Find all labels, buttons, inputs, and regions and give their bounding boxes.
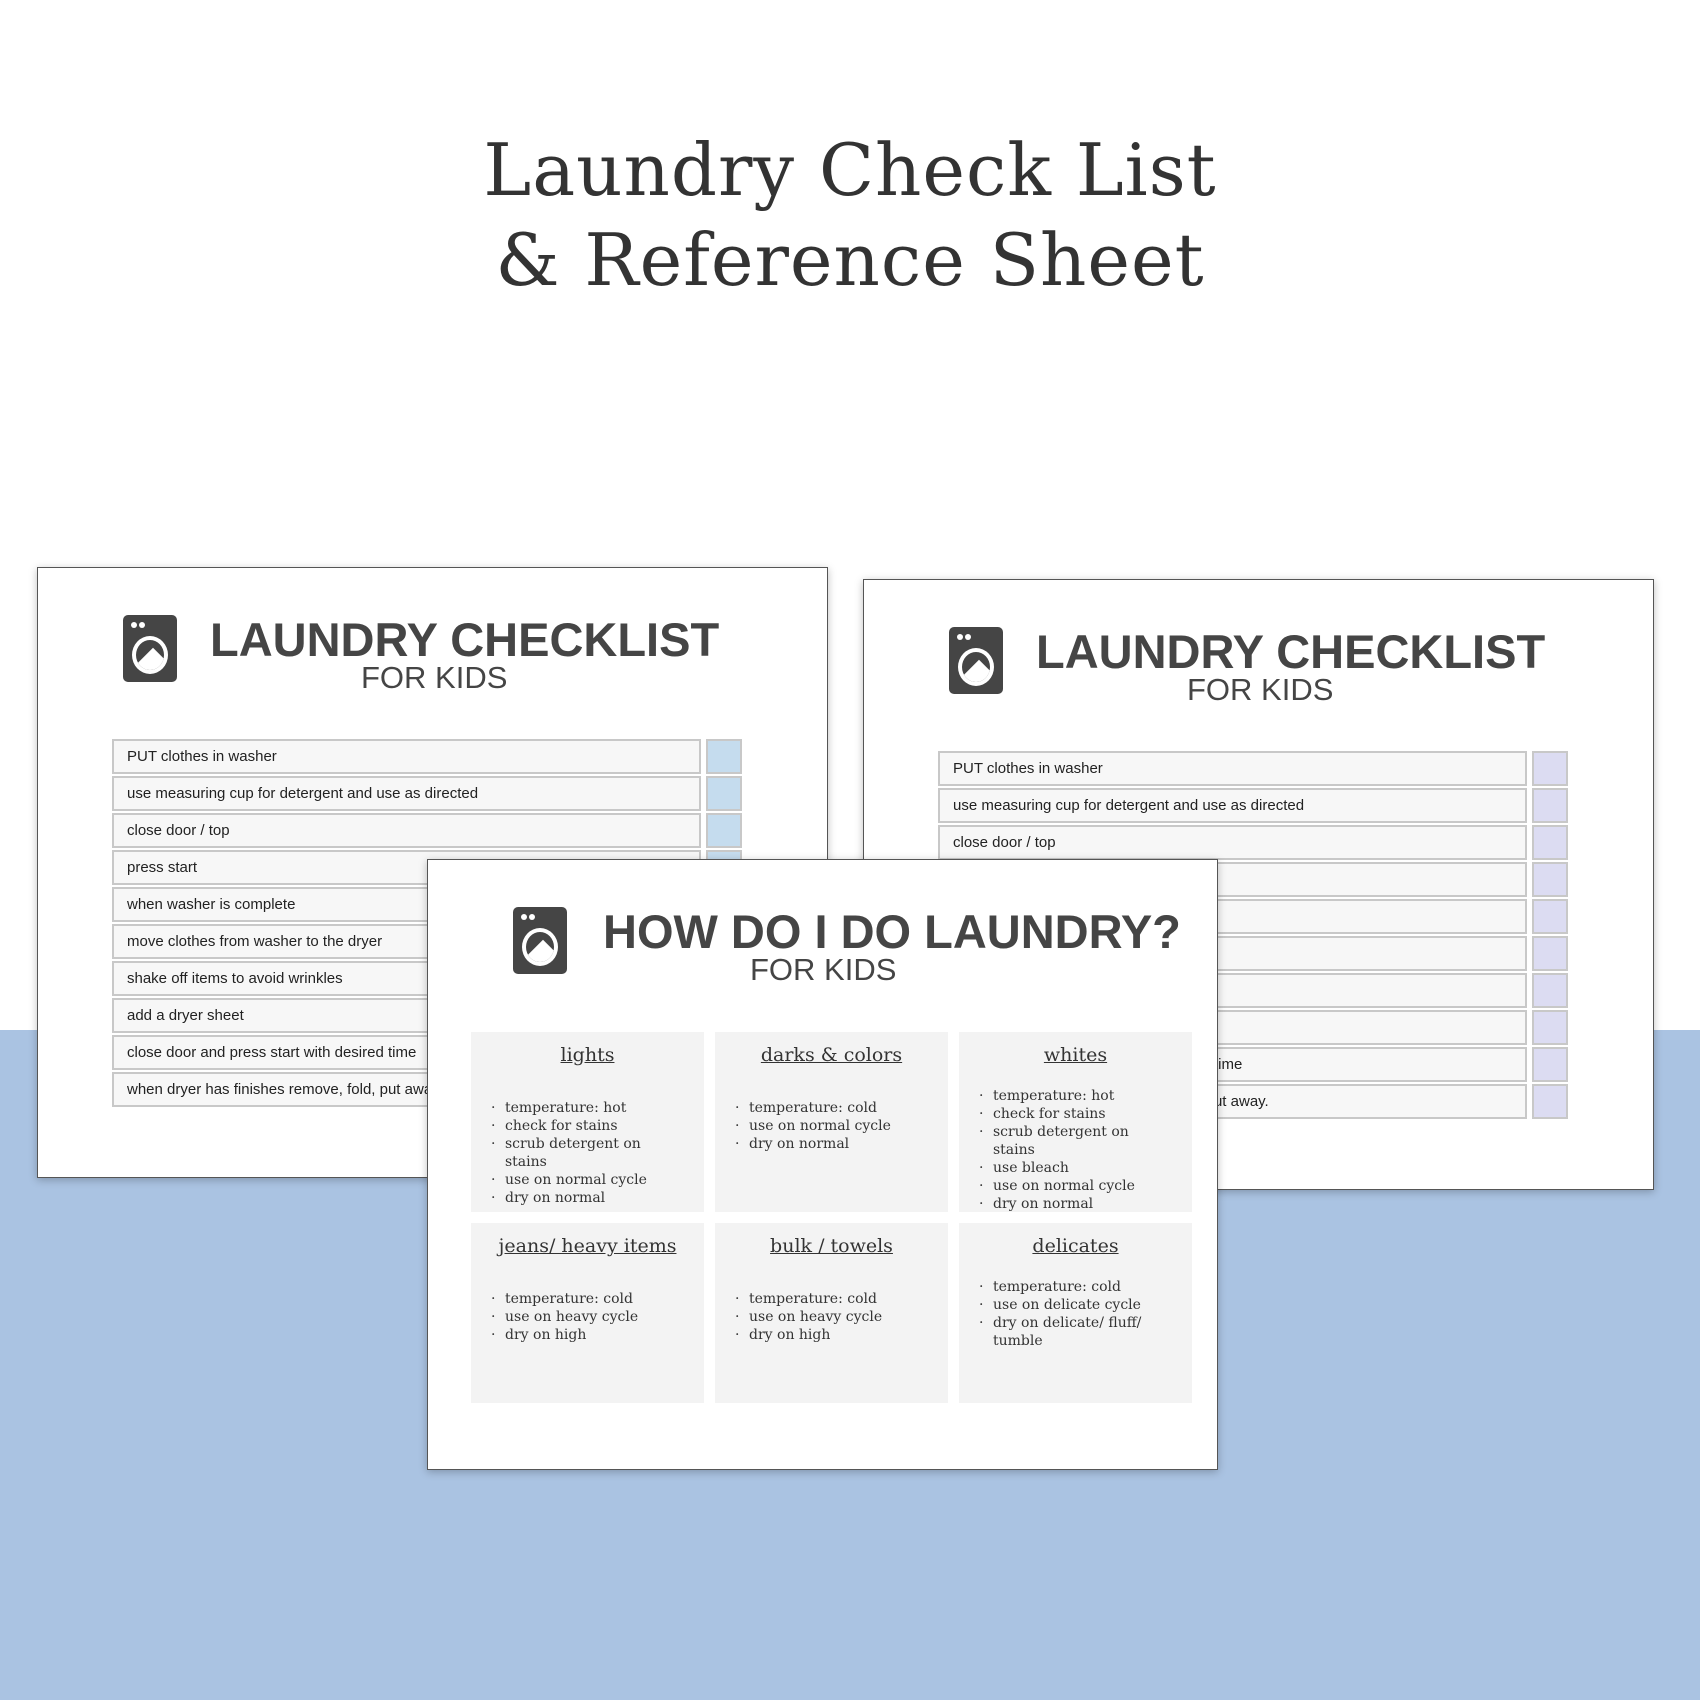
checklist-item: use measuring cup for detergent and use … (938, 788, 1527, 823)
checkbox[interactable] (706, 776, 742, 811)
list-item: temperature: cold (735, 1099, 891, 1117)
list-item: check for stains (491, 1117, 661, 1135)
washing-machine-icon (513, 907, 567, 974)
list-item: use on normal cycle (491, 1171, 661, 1189)
category-lights: lights temperature: hotcheck for stainssc… (471, 1032, 704, 1212)
list-item: dry on delicate/ fluff/ tumble (979, 1314, 1149, 1350)
list-item: use on delicate cycle (979, 1296, 1149, 1314)
checkbox[interactable] (1532, 751, 1568, 786)
list-item: use on heavy cycle (491, 1308, 638, 1326)
category-name: lights (560, 1044, 615, 1066)
checkbox[interactable] (1532, 899, 1568, 934)
list-item: dry on normal (735, 1135, 891, 1153)
list-item: temperature: hot (491, 1099, 661, 1117)
checkbox[interactable] (1532, 1010, 1568, 1045)
checkbox[interactable] (1532, 788, 1568, 823)
checklist-item: close door / top (112, 813, 701, 848)
reference-subtitle: FOR KIDS (750, 952, 897, 987)
list-item: scrub detergent on stains (979, 1123, 1149, 1159)
category-name: whites (1043, 1044, 1108, 1066)
checkbox[interactable] (1532, 862, 1568, 897)
checklist-item: PUT clothes in washer (112, 739, 701, 774)
category-name: jeans/ heavy items (498, 1235, 677, 1257)
list-item: temperature: cold (491, 1290, 638, 1308)
list-item: scrub detergent on stains (491, 1135, 661, 1171)
checklist-subtitle: FOR KIDS (361, 660, 508, 695)
list-item: use on normal cycle (735, 1117, 891, 1135)
washing-machine-icon (949, 627, 1003, 694)
checklist-item: use measuring cup for detergent and use … (112, 776, 701, 811)
category-name: bulk / towels (770, 1235, 893, 1257)
title-line-2: & Reference Sheet (495, 218, 1205, 302)
checkbox[interactable] (1532, 973, 1568, 1008)
checklist-subtitle: FOR KIDS (1187, 672, 1334, 707)
reference-card: HOW DO I DO LAUNDRY?FOR KIDS lights temper… (427, 859, 1218, 1470)
checkbox[interactable] (706, 739, 742, 774)
category-darks-colors: darks & colors temperature: colduse on no… (715, 1032, 948, 1212)
list-item: dry on normal (979, 1195, 1149, 1213)
category-bulk-towels: bulk / towels temperature: colduse on hea… (715, 1223, 948, 1403)
list-item: temperature: cold (979, 1278, 1149, 1296)
list-item: dry on high (491, 1326, 638, 1344)
category-jeans-heavy-items: jeans/ heavy items temperature: colduse o… (471, 1223, 704, 1403)
reference-title: HOW DO I DO LAUNDRY? (603, 905, 1181, 958)
checklist-item: close door / top (938, 825, 1527, 860)
category-list: temperature: colduse on normal cycledry … (735, 1099, 891, 1153)
title-line-1: Laundry Check List (483, 128, 1217, 212)
category-name: delicates (1032, 1235, 1119, 1257)
checkbox[interactable] (1532, 1047, 1568, 1082)
category-list: temperature: hotcheck for stainsscrub de… (979, 1087, 1149, 1213)
category-list: temperature: colduse on heavy cycledry o… (735, 1290, 882, 1344)
list-item: check for stains (979, 1105, 1149, 1123)
category-whites: whites temperature: hotcheck for stainssc… (959, 1032, 1192, 1213)
list-item: dry on normal (491, 1189, 661, 1207)
checklist-title: LAUNDRY CHECKLIST (1036, 625, 1546, 678)
list-item: temperature: cold (735, 1290, 882, 1308)
category-list: temperature: colduse on delicate cycledr… (979, 1278, 1149, 1350)
page-title: Laundry Check List & Reference Sheet (0, 125, 1700, 305)
category-list: temperature: colduse on heavy cycledry o… (491, 1290, 638, 1344)
checkbox[interactable] (1532, 936, 1568, 971)
list-item: use on heavy cycle (735, 1308, 882, 1326)
checkbox[interactable] (706, 813, 742, 848)
checkbox[interactable] (1532, 1084, 1568, 1119)
list-item: use bleach (979, 1159, 1149, 1177)
checklist-title: LAUNDRY CHECKLIST (210, 613, 720, 666)
checkbox[interactable] (1532, 825, 1568, 860)
list-item: use on normal cycle (979, 1177, 1149, 1195)
category-list: temperature: hotcheck for stainsscrub de… (491, 1099, 661, 1207)
category-name: darks & colors (760, 1044, 903, 1066)
category-delicates: delicates temperature: colduse on delicat… (959, 1223, 1192, 1403)
checklist-item: PUT clothes in washer (938, 751, 1527, 786)
washing-machine-icon (123, 615, 177, 682)
list-item: temperature: hot (979, 1087, 1149, 1105)
list-item: dry on high (735, 1326, 882, 1344)
